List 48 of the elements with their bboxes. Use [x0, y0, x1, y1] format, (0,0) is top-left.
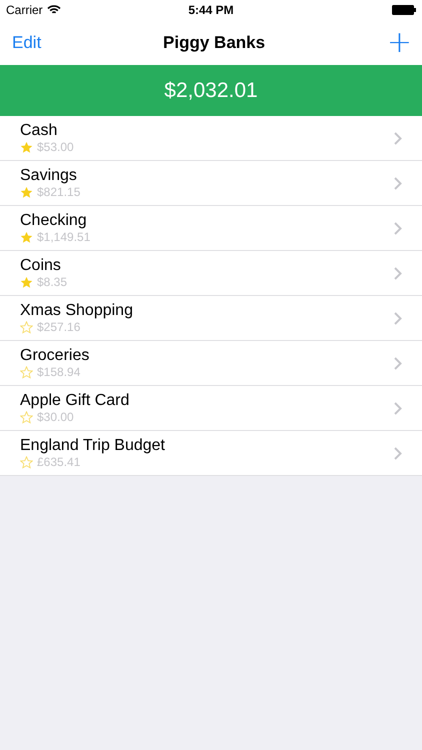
edit-button[interactable]: Edit	[12, 32, 42, 52]
bank-name: England Trip Budget	[20, 436, 165, 455]
outline-star-icon[interactable]	[20, 321, 33, 334]
bank-name: Coins	[20, 256, 62, 275]
outline-star-icon[interactable]	[20, 411, 33, 424]
filled-star-icon[interactable]	[20, 186, 33, 199]
chevron-icon	[394, 356, 402, 370]
bank-balance: $821.15	[37, 185, 80, 200]
bank-balance: $257.16	[37, 320, 80, 335]
bank-balance: $158.94	[37, 365, 80, 380]
outline-star-icon[interactable]	[20, 456, 33, 469]
chevron-icon	[394, 132, 402, 144]
bank-name: Cash	[20, 121, 58, 140]
bank-row[interactable]: England Trip Budget £635.41	[0, 431, 422, 476]
bank-name: Apple Gift Card	[20, 391, 130, 410]
bank-balance: $30.00	[37, 410, 74, 425]
chevron-icon	[394, 266, 402, 280]
filled-star-icon[interactable]	[20, 231, 33, 244]
bank-row[interactable]: Cash $53.00	[0, 116, 422, 161]
bank-row[interactable]: Xmas Shopping $257.16	[0, 296, 422, 341]
bank-name: Savings	[20, 166, 78, 185]
bank-row[interactable]: Coins $8.35	[0, 251, 422, 296]
chevron-icon	[394, 446, 402, 460]
bank-balance: $8.35	[37, 275, 68, 290]
bank-row[interactable]: Checking $1,149.51	[0, 206, 422, 251]
chevron-icon	[394, 312, 402, 324]
carrier-name: Carrier	[6, 3, 43, 17]
add-button[interactable]: +	[386, 28, 412, 56]
battery-icon	[392, 5, 416, 15]
chevron-icon	[394, 402, 402, 414]
bank-name: Groceries	[20, 346, 90, 365]
filled-star-icon[interactable]	[20, 141, 33, 154]
outline-star-icon[interactable]	[20, 366, 33, 379]
screen-title: Piggy Banks	[163, 32, 266, 52]
chevron-icon	[394, 222, 402, 234]
status-time: 5:44 PM	[187, 3, 235, 17]
bank-row[interactable]: Apple Gift Card $30.00	[0, 386, 422, 431]
wifi-icon	[46, 5, 61, 15]
chevron-icon	[394, 176, 402, 190]
bank-balance: £635.41	[37, 455, 80, 470]
filled-star-icon[interactable]	[20, 276, 33, 289]
bank-row[interactable]: Savings $821.15	[0, 161, 422, 206]
bank-balance: $1,149.51	[37, 230, 90, 245]
bank-name: Xmas Shopping	[20, 301, 133, 320]
total-amount: $2,032.01	[164, 78, 258, 102]
bank-balance: $53.00	[37, 140, 74, 155]
bank-name: Checking	[20, 211, 88, 230]
bank-row[interactable]: Groceries $158.94	[0, 341, 422, 386]
